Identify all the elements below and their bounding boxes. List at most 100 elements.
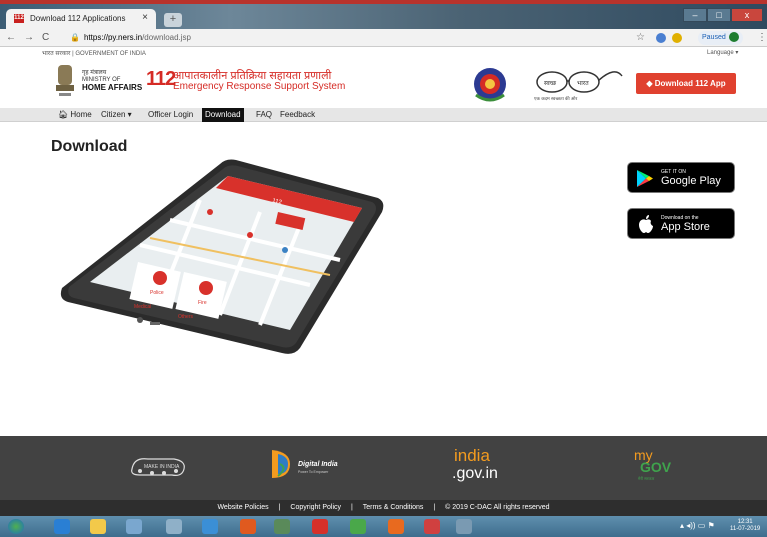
nav-feedback[interactable]: Feedback: [277, 108, 318, 122]
minimize-button[interactable]: –: [683, 8, 707, 22]
india-gov-top: india: [454, 446, 490, 465]
copyright-text: © 2019 C-DAC All rights reserved: [445, 504, 550, 511]
address-bar: ← → C 🔒 https://py.ners.in/download.jsp ☆…: [0, 29, 767, 47]
footer-separator: |: [350, 504, 353, 511]
back-arrow-icon[interactable]: ←: [6, 32, 16, 43]
folder-icon[interactable]: [90, 519, 106, 534]
google-play-large-text: Google Play: [661, 175, 721, 187]
extension-icon[interactable]: [656, 33, 666, 43]
tile-police: Police: [150, 290, 164, 296]
app-store-badge[interactable]: Download on the App Store: [627, 208, 735, 239]
india-gov-in-logo[interactable]: india .gov.in: [448, 443, 512, 483]
url-path: /download.jsp: [142, 33, 191, 42]
app-store-large-text: App Store: [661, 221, 710, 233]
tray-icons[interactable]: ▴ ◂)) ▭ ⚑: [680, 521, 715, 530]
system-clock[interactable]: 12:31 11-07-2019: [730, 519, 760, 533]
clock-time: 12:31: [737, 519, 753, 525]
paused-label: Paused: [702, 34, 726, 41]
nav-faq[interactable]: FAQ: [253, 108, 275, 122]
avatar: [728, 32, 739, 43]
nav-citizen[interactable]: Citizen ▾: [98, 108, 135, 122]
footer-links-bar: Website Policies | Copyright Policy | Te…: [0, 500, 767, 516]
google-play-icon: [637, 170, 653, 187]
opera-icon[interactable]: [312, 519, 328, 534]
ministry-line2: HOME AFFAIRS: [82, 83, 143, 92]
app-icon[interactable]: [274, 519, 290, 534]
mygov-logo[interactable]: my GOV मेरी सरकार: [632, 444, 682, 484]
nav-home[interactable]: 🏠︎ Home: [55, 108, 95, 122]
window-controls: – □ x: [683, 8, 763, 22]
police-logo-icon: [474, 68, 506, 102]
browser-tab[interactable]: 112 Download 112 Applications ×: [6, 9, 156, 29]
make-in-india-text: MAKE IN INDIA: [144, 464, 180, 470]
brand-112: 112: [146, 68, 176, 90]
india-gov-bottom: .gov.in: [452, 465, 498, 482]
digital-india-text: Digital India: [298, 461, 338, 468]
profile-paused-button[interactable]: Paused: [698, 31, 743, 45]
os-taskbar: ▴ ◂)) ▭ ⚑ 12:31 11-07-2019: [0, 516, 767, 537]
extension-icon[interactable]: [672, 33, 682, 43]
make-in-india-logo[interactable]: MAKE IN INDIA: [128, 451, 190, 481]
ministry-hindi: गृह मंत्रालय: [82, 70, 107, 76]
nav-home-label: Home: [70, 110, 92, 119]
swachh-tagline: एक कदम स्वच्छता की ओर: [534, 95, 577, 101]
link-copyright-policy[interactable]: Copyright Policy: [290, 504, 341, 511]
ministry-logo-text: गृह मंत्रालय MINISTRY OF HOME AFFAIRS: [82, 70, 142, 93]
nav-officer-login[interactable]: Officer Login: [145, 108, 196, 122]
gov-bar: भारत सरकार | GOVERNMENT OF INDIA Languag…: [0, 47, 767, 59]
swachh-right-text: भारत: [577, 81, 589, 87]
main-nav: 🏠︎ Home Citizen ▾ Officer Login Download…: [0, 108, 767, 122]
url-host: https://py.ners.in: [83, 33, 143, 42]
footer-separator: |: [278, 504, 281, 511]
link-terms-conditions[interactable]: Terms & Conditions: [363, 504, 424, 511]
digital-india-sub: Power To Empower: [298, 470, 329, 474]
download-icon: ◆: [646, 79, 655, 88]
tab-close-icon[interactable]: ×: [142, 12, 148, 23]
download-112-app-button[interactable]: ◆ Download 112 App: [636, 73, 736, 94]
site-header: गृह मंत्रालय MINISTRY OF HOME AFFAIRS 11…: [0, 59, 767, 108]
forward-arrow-icon[interactable]: →: [24, 32, 34, 43]
apple-icon: [639, 215, 653, 233]
brand-english-title: Emergency Response Support System: [173, 81, 346, 92]
download-button-label: Download 112 App: [654, 79, 726, 88]
clock-date: 11-07-2019: [730, 526, 761, 532]
mygov-sub: मेरी सरकार: [638, 476, 655, 481]
gov-of-india-text: भारत सरकार | GOVERNMENT OF INDIA: [42, 51, 146, 57]
bookmark-star-icon[interactable]: ☆: [636, 32, 645, 43]
url-field[interactable]: 🔒 https://py.ners.in/download.jsp: [70, 31, 620, 45]
tile-others: Others: [178, 314, 194, 320]
reload-icon[interactable]: C: [42, 32, 49, 43]
national-emblem-icon: [56, 65, 74, 96]
maximize-button[interactable]: □: [707, 8, 731, 22]
menu-dots-icon[interactable]: ⋮: [757, 32, 767, 43]
home-icon: 🏠︎: [58, 110, 71, 119]
lock-icon: 🔒: [70, 33, 80, 42]
firefox-icon[interactable]: [388, 519, 404, 534]
language-dropdown[interactable]: Language ▾: [707, 49, 738, 56]
digital-india-logo[interactable]: Digital India Power To Empower: [268, 446, 358, 482]
start-button-icon[interactable]: [8, 519, 24, 534]
tile-medical: Medical: [134, 304, 151, 310]
app-icon[interactable]: [126, 519, 142, 534]
google-play-badge[interactable]: GET IT ON Google Play: [627, 162, 735, 193]
nav-download[interactable]: Download: [202, 108, 244, 122]
swachh-bharat-logo: स्वच्छ भारत एक कदम स्वच्छता की ओर: [534, 71, 623, 101]
app-icon[interactable]: [166, 519, 182, 534]
close-window-button[interactable]: x: [731, 8, 763, 22]
mygov-bottom: GOV: [640, 459, 672, 475]
tile-fire: Fire: [198, 300, 207, 306]
app-icon[interactable]: [456, 519, 472, 534]
footer-separator: |: [433, 504, 436, 511]
app-icon[interactable]: [240, 519, 256, 534]
browser-tab-bar: 112 Download 112 Applications × + – □ x: [0, 4, 767, 29]
link-website-policies[interactable]: Website Policies: [217, 504, 268, 511]
chrome-active-icon[interactable]: [424, 519, 440, 534]
new-tab-button[interactable]: +: [164, 13, 182, 27]
chrome-icon[interactable]: [350, 519, 366, 534]
ie-icon[interactable]: [54, 519, 70, 534]
tab-title: Download 112 Applications: [30, 14, 126, 23]
swachh-left-text: स्वच्छ: [544, 81, 557, 87]
phone-mockup-image: 112 Police Fire Medical Others: [60, 159, 384, 354]
app-icon[interactable]: [202, 519, 218, 534]
favicon-icon: 112: [14, 14, 24, 23]
